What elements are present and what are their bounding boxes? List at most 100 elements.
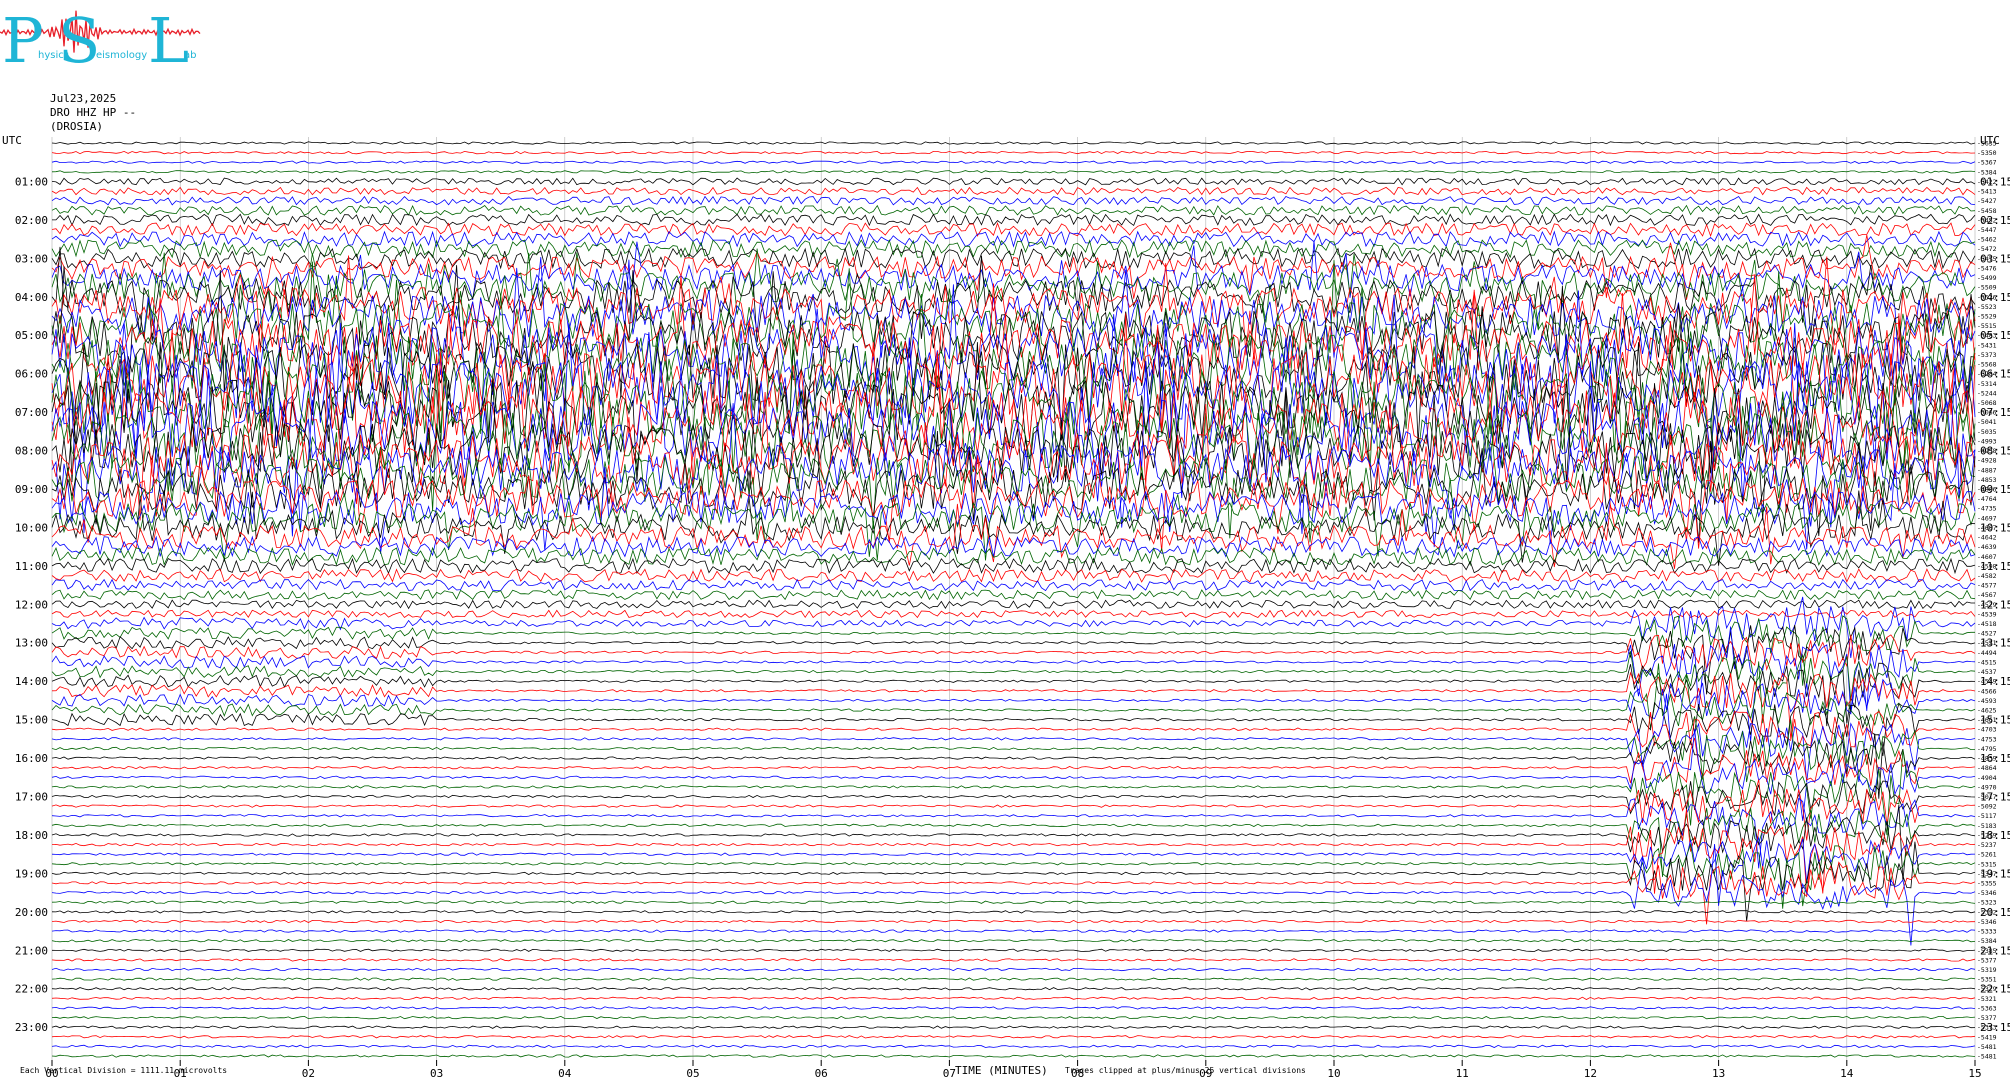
left-hour-label: 04:00 <box>15 291 48 304</box>
trace-offset-label: -5526 <box>1977 293 1997 301</box>
trace-row <box>52 600 1975 608</box>
trace-offset-label: -4593 <box>1977 697 1997 705</box>
x-tick-label-12: 12 <box>1584 1067 1597 1080</box>
left-hour-label: 06:00 <box>15 368 48 381</box>
trace-row <box>52 694 1975 782</box>
trace-offset-label: -5314 <box>1977 380 1997 388</box>
trace-offset-label: -4806 <box>1977 485 1997 493</box>
trace-offset-label: -5422 <box>1977 178 1997 186</box>
footer-scale-note: Each Vertical Division = 1111.11 microvo… <box>20 1066 227 1075</box>
trace-offset-label: -5499 <box>1977 274 1997 282</box>
trace-offset-label: -5350 <box>1977 149 1997 157</box>
trace-offset-label: -4839 <box>1977 755 1997 763</box>
trace-offset-label: -4577 <box>1977 582 1997 590</box>
trace-offset-label: -5515 <box>1977 322 1997 330</box>
trace-offset-label: -4529 <box>1977 601 1997 609</box>
trace-offset-label: -5017 <box>1977 793 1997 801</box>
trace-offset-label: -4625 <box>1977 707 1997 715</box>
left-hour-label: 08:00 <box>15 445 48 458</box>
trace-offset-label: -5462 <box>1977 236 1997 244</box>
left-hour-label: 07:00 <box>15 406 48 419</box>
trace-row <box>52 214 1975 225</box>
trace-offset-label: -5355 <box>1977 880 1997 888</box>
trace-offset-label: -4703 <box>1977 726 1997 734</box>
trace-row <box>52 559 1975 574</box>
trace-row <box>52 1036 1975 1038</box>
trace-offset-label: -4958 <box>1977 447 1997 455</box>
left-hour-label: 23:00 <box>15 1021 48 1034</box>
left-hour-label: 17:00 <box>15 791 48 804</box>
trace-row <box>52 920 1975 922</box>
x-tick-label-15: 15 <box>1968 1067 1981 1080</box>
helicorder-plot: 00 01 02 03 04 05 06 07 08 09 10 11 12 13 14 15UTC UTC01… <box>0 0 2010 1080</box>
trace-offset-label: -5529 <box>1977 312 1997 320</box>
trace-offset-label: -5385 <box>1977 947 1997 955</box>
trace-offset-label: -5568 <box>1977 361 1997 369</box>
trace-row <box>52 750 1975 835</box>
trace-row <box>52 590 1975 600</box>
left-hour-label: 16:00 <box>15 752 48 765</box>
trace-row <box>52 838 1975 883</box>
trace-row <box>52 997 1975 999</box>
trace-row <box>52 738 1975 786</box>
trace-offset-label: -5373 <box>1977 351 1997 359</box>
trace-row <box>52 901 1975 903</box>
trace-offset-label: -4518 <box>1977 620 1997 628</box>
trace-offset-label: -4567 <box>1977 591 1997 599</box>
x-tick-label-02: 02 <box>302 1067 315 1080</box>
x-tick-label-04: 04 <box>558 1067 572 1080</box>
trace-offset-label: -5219 <box>1977 831 1997 839</box>
left-hour-label: 19:00 <box>15 867 48 880</box>
trace-offset-label: -5322 <box>1977 908 1997 916</box>
x-tick-label-06: 06 <box>815 1067 828 1080</box>
trace-offset-label: -5384 <box>1977 937 1997 945</box>
trace-offset-label: -5041 <box>1977 418 1997 426</box>
trace-row <box>52 1026 1975 1028</box>
trace-row <box>52 197 1975 205</box>
trace-offset-label: -5333 <box>1977 928 1997 936</box>
trace-offset-label: -4887 <box>1977 466 1997 474</box>
trace-offset-label: -4549 <box>1977 678 1997 686</box>
trace-offset-label: -4607 <box>1977 553 1997 561</box>
trace-row <box>52 716 1975 782</box>
trace-offset-label: -5373 <box>1977 1024 1997 1032</box>
trace-offset-label: -5237 <box>1977 841 1997 849</box>
trace-offset-label: -5117 <box>1977 812 1997 820</box>
trace-offset-label: -5346 <box>1977 918 1997 926</box>
left-hour-label: 09:00 <box>15 483 48 496</box>
trace-offset-label: -5509 <box>1977 284 1997 292</box>
trace-offset-label: -4853 <box>1977 476 1997 484</box>
footer-time-label: TIME (MINUTES) <box>955 1064 1048 1077</box>
trace-offset-label: -5481 <box>1977 1053 1997 1061</box>
trace-offset-label: -5321 <box>1977 995 1997 1003</box>
trace-offset-label: -5363 <box>1977 1004 1997 1012</box>
trace-offset-label: -5458 <box>1977 207 1997 215</box>
trace-offset-label: -4970 <box>1977 783 1997 791</box>
trace-row <box>52 265 1975 403</box>
trace-offset-label: -5092 <box>1977 803 1997 811</box>
trace-row <box>52 178 1975 185</box>
trace-offset-label: -4515 <box>1977 658 1997 666</box>
left-hour-label: 03:00 <box>15 252 48 265</box>
trace-offset-label: -5035 <box>1977 428 1997 436</box>
trace-row <box>52 1016 1975 1018</box>
left-hour-label: 10:00 <box>15 521 48 534</box>
trace-offset-label: -4687 <box>1977 524 1997 532</box>
trace-offset-label: -5413 <box>1977 188 1997 196</box>
trace-row <box>52 232 1975 247</box>
trace-row <box>52 1045 1975 1047</box>
trace-offset-label: -4598 <box>1977 562 1997 570</box>
trace-row <box>52 978 1975 980</box>
trace-offset-label: -5481 <box>1977 1043 1997 1051</box>
trace-row <box>52 911 1975 913</box>
trace-offset-label: -4539 <box>1977 610 1997 618</box>
trace-row <box>52 610 1975 617</box>
left-hour-label: 18:00 <box>15 829 48 842</box>
seismic-traces <box>52 142 1975 1057</box>
trace-offset-label: -4795 <box>1977 745 1997 753</box>
trace-offset-label: -5183 <box>1977 822 1997 830</box>
trace-offset-label: -5523 <box>1977 303 1997 311</box>
trace-offset-label: -4639 <box>1977 543 1997 551</box>
trace-offset-label: -4661 <box>1977 716 1997 724</box>
trace-offset-label: -5244 <box>1977 389 1997 397</box>
